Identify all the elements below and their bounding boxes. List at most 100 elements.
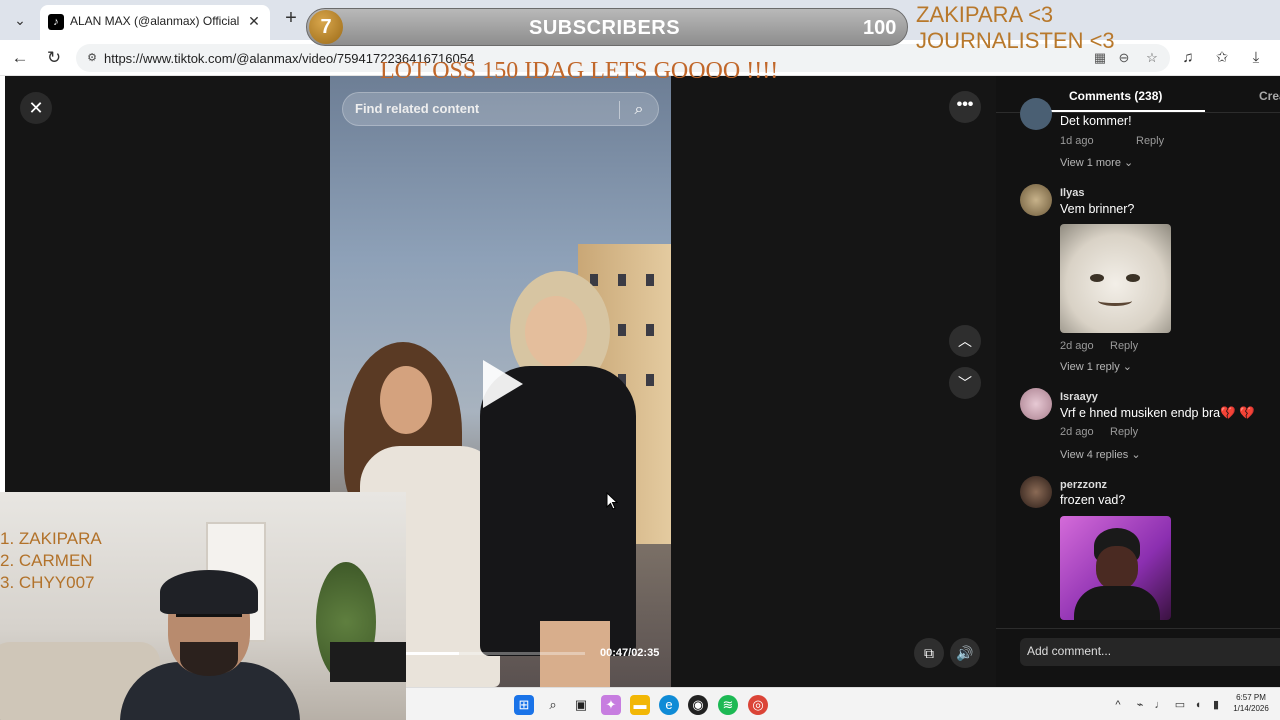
window-shape [646,324,654,336]
search-icon[interactable]: ⌕ [543,695,563,715]
tab-title: ALAN MAX (@alanmax) Official | T [70,14,242,28]
speaker-icon[interactable]: ◖ [1190,697,1206,713]
avatar[interactable] [1020,184,1052,216]
chevron-down-icon: ⌄ [1131,449,1141,461]
view-replies-button[interactable]: View 1 more ⌄ [1060,156,1133,169]
related-search-box[interactable]: Find related content ⌕ [342,92,659,126]
media-icon[interactable]: ♫ [1176,46,1200,70]
divider [996,628,1280,629]
reply-button[interactable]: Reply [1136,135,1164,147]
task-view-icon[interactable]: ▣ [571,695,591,715]
floating-player-icon[interactable]: ⧉ [914,638,944,668]
person-face [525,296,587,368]
system-clock[interactable]: 6:57 PM 1/14/2026 [1228,692,1274,714]
view-replies-label: View 1 more [1060,157,1121,169]
avatar[interactable] [1020,476,1052,508]
play-icon[interactable] [469,354,529,414]
photo-body [1074,586,1160,620]
chevron-up-icon[interactable]: ︿ [949,325,981,357]
chevron-down-icon: ⌄ [1122,361,1132,373]
back-button[interactable]: ← [8,46,32,70]
edge-icon[interactable]: e [659,695,679,715]
view-replies-label: View 1 reply [1060,361,1120,373]
comment-text: Det kommer! [1060,114,1132,128]
comment-text: Vrf e hned musiken endp bra💔 💔 [1060,406,1255,420]
spotify-icon[interactable]: ≋ [718,695,738,715]
close-icon[interactable]: ✕ [20,92,52,124]
reply-button[interactable]: Reply [1110,426,1138,438]
view-replies-button[interactable]: View 4 replies ⌄ [1060,448,1141,461]
streamer-beard [180,642,238,676]
add-comment-field[interactable]: Add comment... [1020,638,1280,666]
comment-username[interactable]: Ilyas [1060,187,1084,199]
subscriber-goal: 100 [863,17,897,39]
clock-time: 6:57 PM [1236,693,1266,702]
window-shape [618,274,626,286]
battery-icon[interactable]: ▮ [1208,697,1224,713]
comment-text: frozen vad? [1060,493,1126,507]
subscriber-goal-bar: 7 SUBSCRIBERS 100 [306,8,908,46]
monitor-icon[interactable]: ▭ [1172,697,1188,713]
comment-username[interactable]: perzzonz [1060,479,1107,491]
comment-time: 2d ago [1060,426,1094,438]
clock-date: 1/14/2026 [1233,704,1269,713]
reload-button[interactable]: ↻ [42,46,66,70]
mouse-cursor-icon [606,491,619,510]
person-face [380,366,432,434]
copilot-icon[interactable]: ✦ [601,695,621,715]
view-replies-label: View 4 replies [1060,449,1129,461]
chevron-up-icon[interactable]: ^ [1110,697,1126,713]
tab-search-icon[interactable]: ⌄ [8,8,32,32]
tab-creator-videos[interactable]: Creator videos [1259,89,1280,103]
comment-username[interactable]: Israayy [1060,391,1098,403]
avatar[interactable] [1020,388,1052,420]
subscriber-label: SUBSCRIBERS [529,17,681,39]
comment-image[interactable] [1060,224,1171,333]
search-divider [619,101,620,119]
photo-face [1096,546,1138,590]
stream-banner: LOT OSS 150 IDAG LETS GOOOO !!!! [380,58,779,84]
cat-mouth [1098,296,1132,306]
download-icon[interactable]: ⤓ [1244,46,1268,70]
network-icon[interactable]: ⌁ [1132,697,1148,713]
more-options-icon[interactable]: ••• [949,91,981,123]
leaderboard-item: 2. CARMEN [0,551,93,570]
search-icon[interactable]: ⌕ [628,99,650,121]
favorites-icon[interactable]: ✩ [1210,46,1234,70]
progress-bar[interactable] [405,652,585,655]
obs-icon[interactable]: ◉ [688,695,708,715]
new-tab-button[interactable]: + [280,8,302,30]
streamer-glasses [176,614,242,624]
file-explorer-icon[interactable]: ▬ [630,695,650,715]
comment-time: 2d ago [1060,340,1094,352]
chevron-down-icon[interactable]: ﹀ [949,367,981,399]
tab-comments[interactable]: Comments (238) [1069,89,1162,103]
webcam-desk [330,642,406,682]
progress-fill [405,652,459,655]
tiktok-icon: ♪ [48,14,64,30]
volume-icon[interactable]: 🔊 [950,638,980,668]
windows-taskbar: ⊞ ⌕ ▣ ✦ ▬ e ◉ ≋ ◎ ^ ⌁ ♩ ▭ ◖ ▮ [406,687,1280,720]
comment-time: 1d ago [1060,135,1094,147]
streamer-cap [160,570,258,614]
comment-image[interactable] [1060,516,1171,620]
search-input[interactable]: Find related content [355,101,615,116]
add-comment-placeholder: Add comment... [1027,644,1112,658]
chrome-icon[interactable]: ◎ [748,695,768,715]
windows-start-icon[interactable]: ⊞ [514,695,534,715]
site-info-icon[interactable]: ⚙ [84,50,100,66]
leaderboard-item: 1. ZAKIPARA [0,529,102,548]
browser-tab[interactable]: ♪ ALAN MAX (@alanmax) Official | T ✕ [40,5,270,40]
window-shape [618,324,626,336]
view-replies-button[interactable]: View 1 reply ⌄ [1060,360,1132,373]
webcam-overlay: 1. ZAKIPARA 2. CARMEN 3. CHYY007 [0,492,406,720]
reply-button[interactable]: Reply [1110,340,1138,352]
video-time: 00:47/02:35 [600,647,660,659]
cat-eye [1090,274,1104,282]
microphone-icon[interactable]: ♩ [1152,697,1168,713]
supporter-name: JOURNALISTEN <3 [916,28,1115,53]
avatar[interactable] [1020,98,1052,130]
comment-text: Vem brinner? [1060,202,1135,216]
chevron-down-icon: ⌄ [1124,157,1134,169]
tab-close-icon[interactable]: ✕ [245,12,263,30]
